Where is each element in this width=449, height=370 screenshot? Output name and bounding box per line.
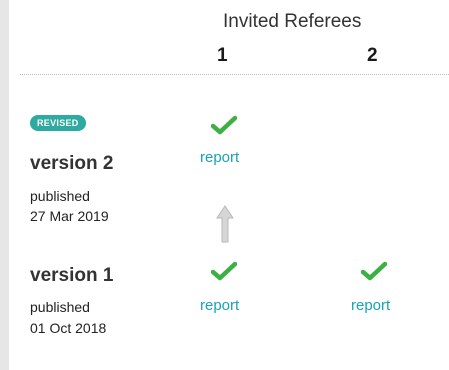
version-1-referee-1-report-link[interactable]: report [200,297,239,314]
version-2-date: 27 Mar 2019 [30,208,109,224]
check-icon [361,261,387,281]
up-arrow-icon [216,205,234,243]
revised-badge: REVISED [30,115,86,131]
check-icon [211,261,237,281]
referees-title: Invited Referees [223,11,362,32]
check-icon [211,115,237,135]
version-2-published-label: published [30,188,90,204]
referee-column-1: 1 [217,45,228,66]
version-1-title: version 1 [30,265,114,286]
header-divider [20,74,449,75]
referee-column-2: 2 [367,45,378,66]
version-1-date: 01 Oct 2018 [30,320,107,336]
left-border-bar [0,0,9,370]
version-1-published-label: published [30,299,90,315]
version-2-title: version 2 [30,153,114,174]
version-2-referee-1-report-link[interactable]: report [200,149,239,166]
version-1-referee-2-report-link[interactable]: report [351,297,390,314]
